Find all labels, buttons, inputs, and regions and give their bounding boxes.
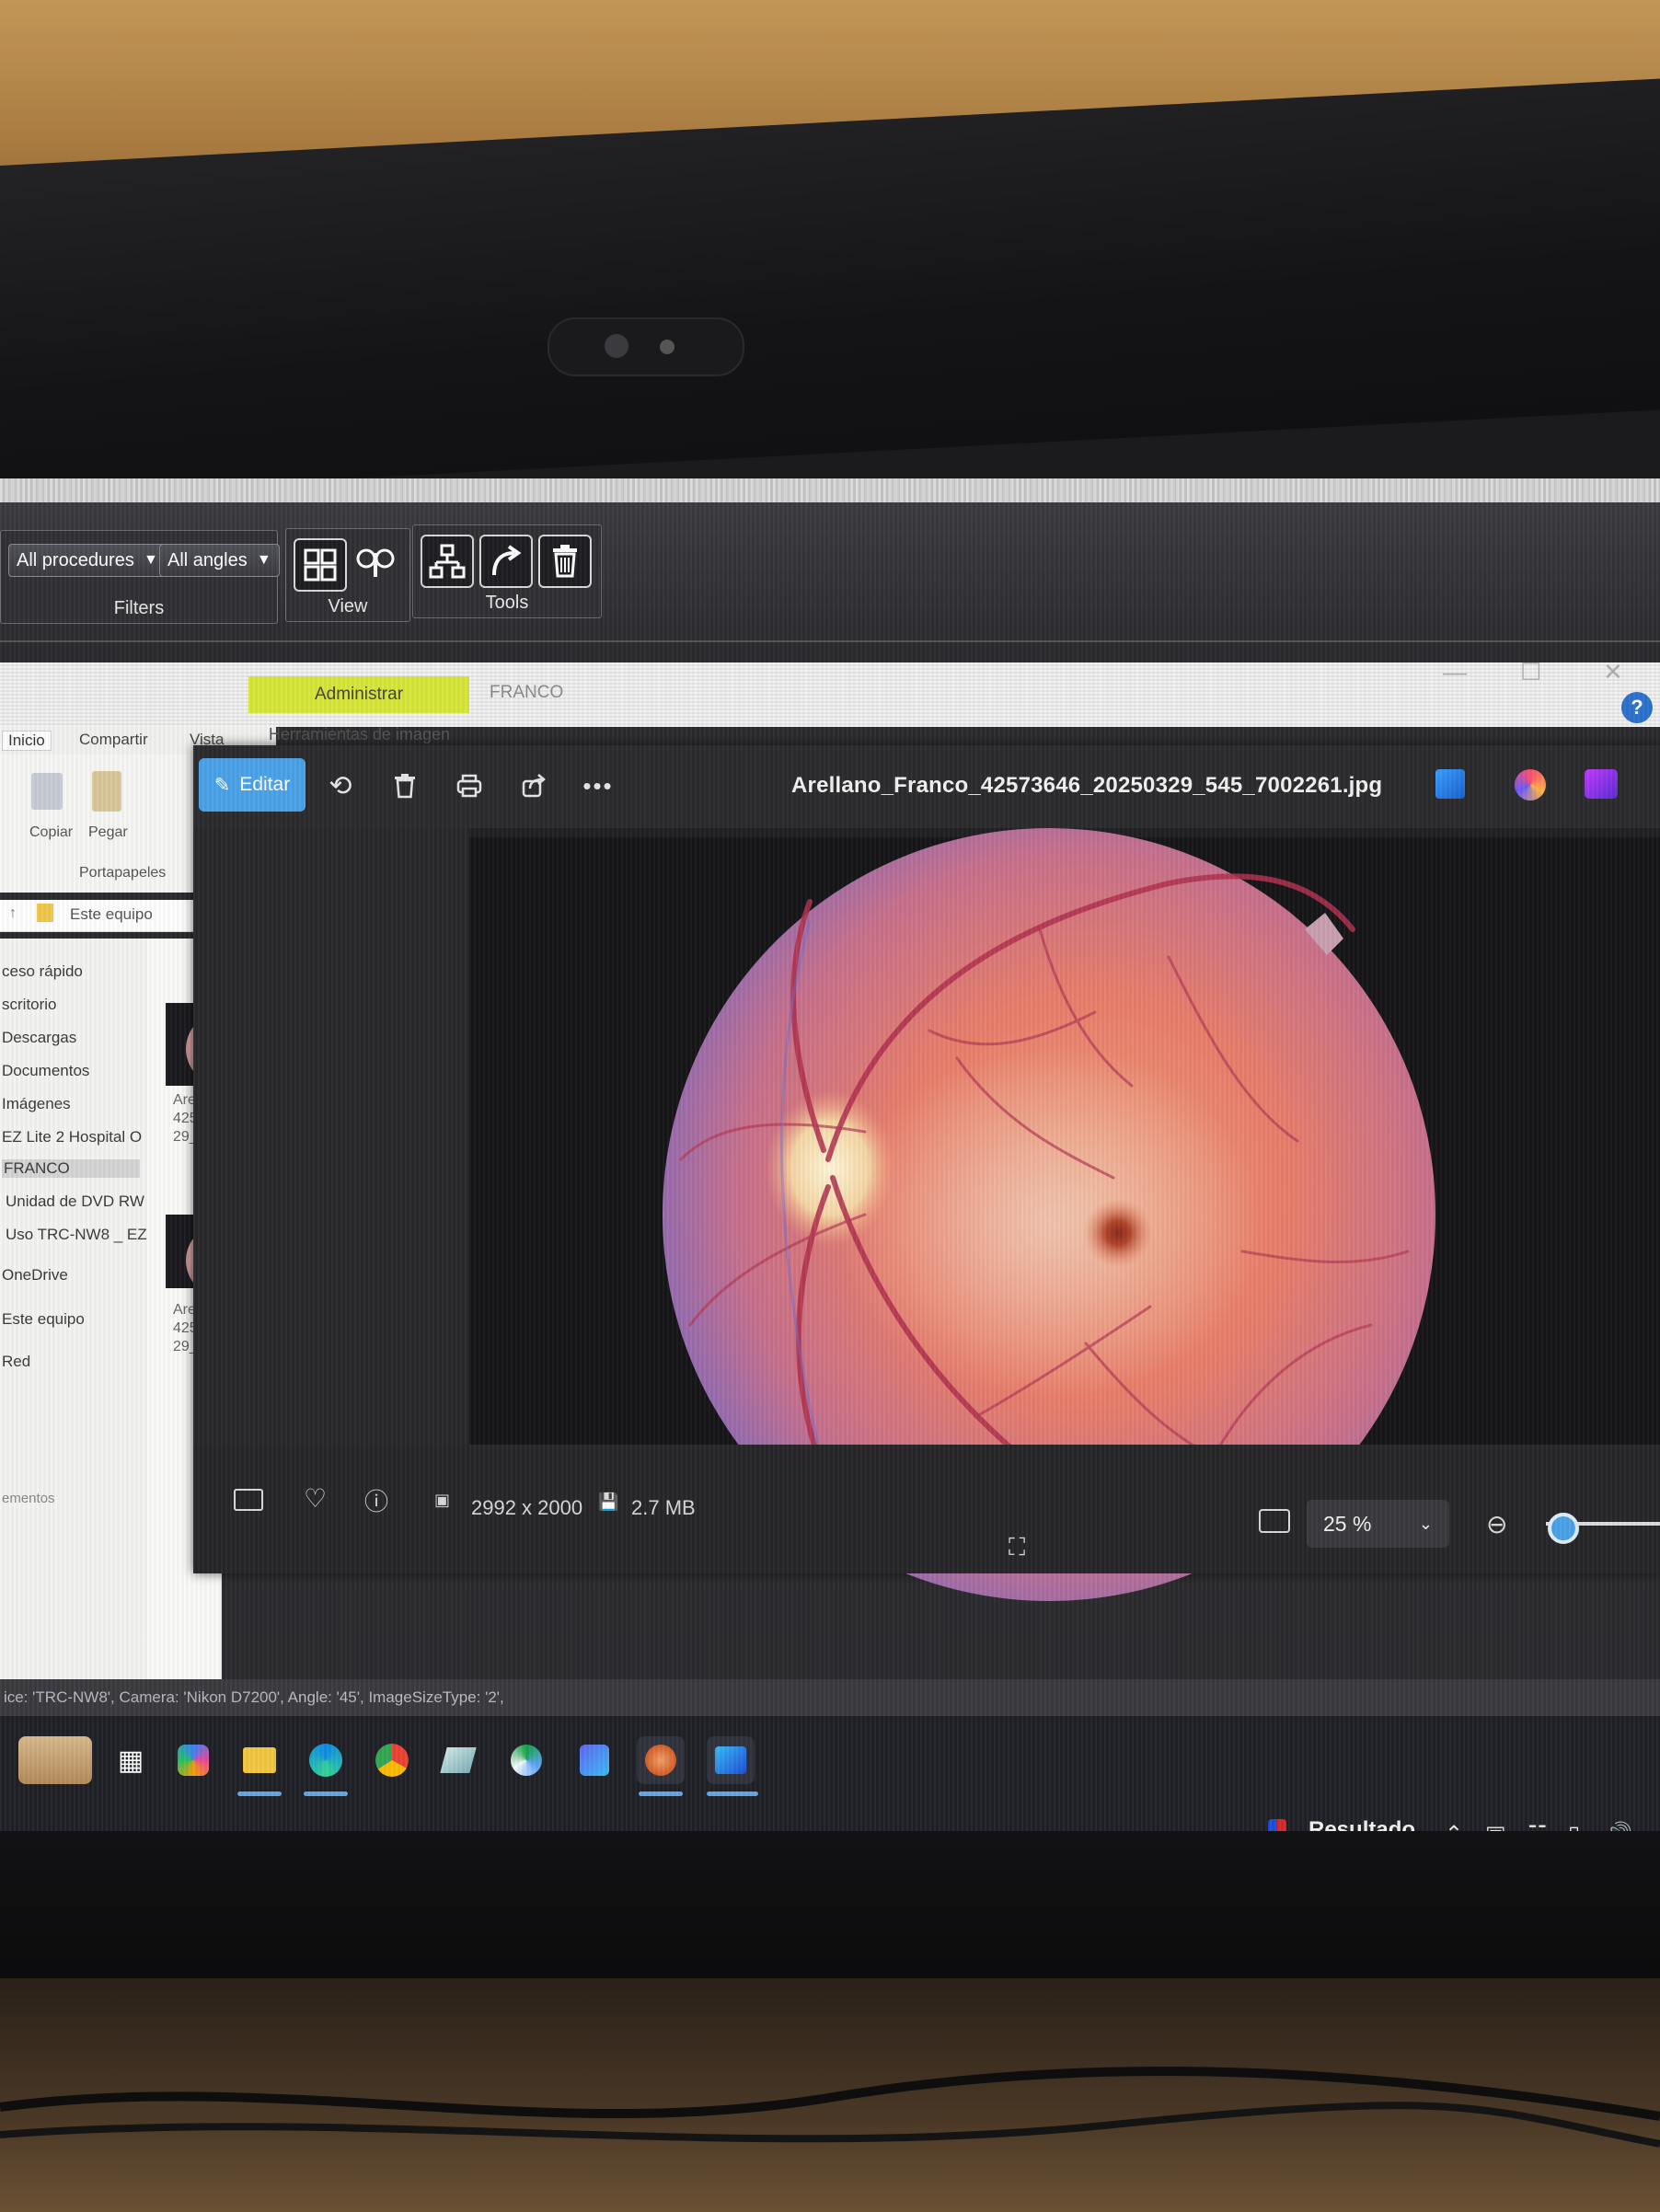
export-arrow-icon[interactable] (479, 535, 533, 588)
network-icon[interactable] (421, 535, 474, 588)
zoom-select[interactable]: 25 % ⌄ (1307, 1500, 1449, 1548)
designer-icon[interactable] (1515, 769, 1546, 801)
edge-icon[interactable] (302, 1736, 350, 1784)
file-size: 2.7 MB (631, 1496, 696, 1519)
chrome-icon[interactable] (368, 1736, 416, 1784)
zoom-slider-thumb[interactable] (1548, 1513, 1580, 1544)
folder-icon (37, 904, 53, 922)
active-indicator (237, 1791, 282, 1796)
paste-label: Pegar (88, 824, 128, 840)
app-icon[interactable] (434, 1736, 482, 1784)
zoom-out-icon[interactable]: ⊖ (1486, 1509, 1507, 1539)
copilot-icon[interactable] (169, 1736, 217, 1784)
dimensions-icon: ▣ (434, 1491, 451, 1509)
view-group: View (285, 528, 410, 622)
photos-taskbar-icon[interactable] (707, 1736, 755, 1784)
explorer-window-title: FRANCO (490, 683, 564, 702)
view-label: View (328, 596, 368, 616)
nav-item-franco[interactable]: FRANCO (2, 1159, 140, 1178)
edit-button[interactable]: ✎ Editar (199, 758, 305, 812)
app-shield-icon[interactable] (571, 1736, 618, 1784)
cables (0, 2067, 1660, 2148)
file-size-icon: 💾 (598, 1492, 619, 1511)
nav-item-ez-lite[interactable]: EZ Lite 2 Hospital O (2, 1128, 142, 1146)
photos-app-icon[interactable] (1435, 769, 1465, 799)
image-dimensions: 2992 x 2000 (471, 1496, 583, 1519)
copy-label: Copiar (29, 824, 74, 840)
share-icon[interactable] (515, 767, 552, 804)
task-view-icon[interactable]: ▦ (107, 1736, 155, 1784)
image-filename: Arellano_Franco_42573646_20250329_545_70… (791, 773, 1383, 798)
tools-group: Tools (412, 524, 602, 618)
heart-icon[interactable]: ♡ (304, 1483, 327, 1514)
webcam (548, 317, 744, 376)
imaging-app-icon[interactable] (637, 1736, 685, 1784)
app-globe-icon[interactable] (502, 1736, 550, 1784)
nav-item-pictures[interactable]: Imágenes (2, 1095, 71, 1113)
help-icon[interactable]: ? (1621, 692, 1653, 723)
tools-label: Tools (485, 593, 529, 613)
minimize-icon[interactable]: — (1443, 658, 1467, 686)
clipboard-group-label: Portapapeles (79, 865, 167, 881)
context-subtab-herramientas[interactable]: Herramientas de imagen (269, 725, 450, 744)
chevron-down-icon: ⌄ (1418, 1515, 1433, 1533)
nav-item-this-pc[interactable]: Este equipo (2, 1310, 85, 1329)
photos-side-pane (193, 828, 469, 1546)
nav-item-documents[interactable]: Documentos (2, 1062, 89, 1080)
chevron-down-icon: ▼ (144, 552, 158, 568)
grid-view-icon[interactable] (294, 538, 347, 592)
imaging-toolbar: All procedures ▼ All angles ▼ Filters View (0, 502, 1660, 642)
address-bar[interactable]: ↑ Este equipo (0, 900, 221, 932)
maximize-icon[interactable]: ☐ (1520, 658, 1541, 686)
explorer-ribbon: Copiar Pegar Portapapeles (0, 755, 221, 893)
active-indicator (639, 1791, 683, 1796)
nav-item-network[interactable]: Red (2, 1353, 30, 1371)
filters-group: All procedures ▼ All angles ▼ Filters (0, 530, 280, 624)
rotate-icon[interactable]: ⟲ (322, 767, 359, 804)
explorer-status: ementos (2, 1491, 55, 1506)
edit-pencil-icon: ✎ (213, 774, 231, 796)
address-path: Este equipo (70, 905, 153, 923)
context-tab-administrar[interactable]: Administrar (248, 676, 469, 713)
paste-icon[interactable] (92, 771, 121, 812)
angles-select[interactable]: All angles ▼ (159, 544, 280, 577)
back-arrow-icon[interactable]: ↑ (9, 905, 17, 922)
photos-window: ✎ Editar ⟲ ••• Arellano_Franco_42573646_… (193, 745, 1660, 1601)
filters-label: Filters (113, 598, 165, 618)
nav-item-trc[interactable]: Uso TRC-NW8 _ EZL (6, 1226, 156, 1244)
tab-inicio[interactable]: Inicio (2, 731, 52, 751)
monitor-screen: All procedures ▼ All angles ▼ Filters View (0, 478, 1660, 1840)
info-icon[interactable]: ⓘ (364, 1483, 388, 1517)
app-title-strip (0, 478, 1660, 502)
clipchamp-icon[interactable] (1585, 769, 1618, 799)
copy-icon[interactable] (31, 773, 63, 810)
screenshot-icon[interactable] (1259, 1509, 1290, 1533)
nav-item-desktop[interactable]: scritorio (2, 996, 57, 1014)
delete-icon[interactable] (386, 767, 423, 804)
more-options-icon[interactable]: ••• (580, 767, 617, 804)
trash-icon[interactable] (538, 535, 592, 588)
widgets-icon[interactable] (18, 1736, 92, 1784)
fit-to-window-icon[interactable]: ⛶ (1009, 1533, 1025, 1562)
active-indicator (707, 1791, 758, 1796)
active-indicator (304, 1791, 348, 1796)
nav-item-downloads[interactable]: Descargas (2, 1029, 76, 1047)
print-icon[interactable] (451, 767, 488, 804)
taskbar: ▦ Resultado ⌃ ▣ ☷ ▯ 🔊 (0, 1716, 1660, 1840)
filmstrip-icon[interactable] (234, 1489, 263, 1511)
close-icon[interactable]: ✕ (1603, 658, 1623, 686)
nav-item-dvd[interactable]: Unidad de DVD RW (6, 1192, 144, 1211)
compare-eyes-icon[interactable] (351, 538, 400, 588)
photos-bottom-bar: ♡ ⓘ ▣ 2992 x 2000 💾 2.7 MB ⛶ 25 % ⌄ ⊖ (193, 1445, 1660, 1573)
photos-toolbar: ✎ Editar ⟲ ••• Arellano_Franco_42573646_… (193, 745, 1660, 828)
nav-item-quick-access[interactable]: ceso rápido (2, 962, 83, 981)
tab-compartir[interactable]: Compartir (79, 731, 148, 749)
nav-item-onedrive[interactable]: OneDrive (2, 1266, 68, 1285)
procedures-select[interactable]: All procedures ▼ (8, 544, 167, 577)
device-status-line: ice: 'TRC-NW8', Camera: 'Nikon D7200', A… (0, 1679, 1660, 1716)
monitor-bottom-bezel (0, 1831, 1660, 1997)
chevron-down-icon: ▼ (256, 552, 271, 568)
file-explorer-icon[interactable] (236, 1736, 283, 1784)
